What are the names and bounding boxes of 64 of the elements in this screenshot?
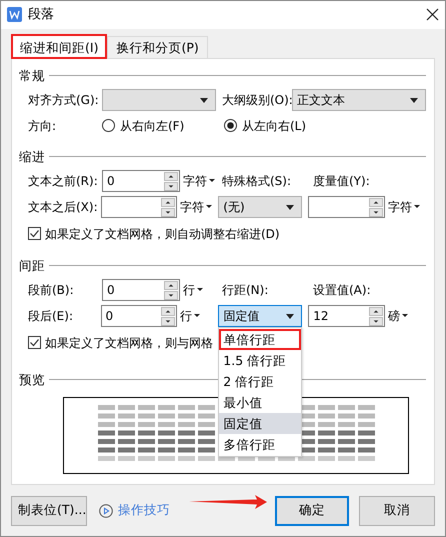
window-title: 段落 (28, 6, 54, 24)
spin-field[interactable]: 12 (308, 304, 385, 327)
caret-icon (199, 96, 209, 104)
spin-field[interactable]: 0 (102, 170, 180, 192)
section-heading: 常规 (19, 66, 45, 85)
dropdown[interactable]: (无) (218, 196, 302, 218)
checkbox-icon (28, 336, 41, 350)
spin-field[interactable] (100, 196, 178, 218)
radio-icon (102, 119, 115, 132)
caret-icon (197, 287, 203, 292)
close-icon[interactable] (426, 8, 439, 22)
field-label: 行距(N): (222, 282, 270, 299)
checkbox[interactable]: 如果定义了文档网格，则与网格 (28, 334, 213, 352)
dropdown-option[interactable]: 1.5 倍行距 (219, 350, 302, 371)
field-label: 度量值(Y): (313, 172, 371, 190)
dropdown[interactable]: 正文文本 (292, 88, 426, 111)
field-label: 设置值(A): (313, 282, 372, 299)
dropdown-option[interactable]: 2 倍行距 (219, 370, 302, 392)
section-heading: 间距 (19, 256, 45, 275)
field-label: 方向: (28, 118, 58, 135)
radio-option[interactable]: 从右向左(F) (102, 116, 224, 135)
cancel-button[interactable]: 取消 (359, 496, 435, 526)
radio-icon (224, 119, 237, 132)
caret-icon (206, 204, 212, 210)
dropdown-option[interactable]: 固定值 (219, 412, 302, 434)
caret-icon (414, 204, 420, 210)
tab-stops-button[interactable]: 制表位(T)... (11, 496, 87, 526)
play-icon (99, 504, 113, 518)
field-label: 文本之前(R): (28, 172, 99, 190)
app-icon (7, 7, 22, 22)
tips-link[interactable]: 操作技巧 (99, 501, 170, 520)
spin-field[interactable]: 0 (100, 304, 178, 327)
tab[interactable]: 缩进和间距(I) (11, 34, 108, 59)
checkbox-icon (28, 227, 41, 240)
unit-dropdown[interactable]: 行 (180, 280, 222, 299)
spin-field[interactable]: 0 (102, 278, 180, 301)
dropdown[interactable]: 固定值 (218, 304, 302, 327)
checkbox[interactable]: 如果定义了文档网格，则自动调整右缩进(D) (28, 224, 280, 243)
field-label: 大纲级别(O): (222, 92, 292, 109)
unit-dropdown[interactable]: 行 (177, 306, 218, 325)
section-heading: 预览 (19, 370, 45, 389)
caret-icon (285, 202, 296, 211)
caret-icon (285, 312, 296, 320)
field-label: 特殊格式(S): (222, 172, 292, 190)
dropdown-option[interactable]: 最小值 (219, 392, 302, 413)
caret-icon (209, 178, 215, 184)
unit-dropdown[interactable]: 字符 (384, 198, 426, 216)
dropdown-option[interactable]: 单倍行距 (219, 328, 302, 350)
field-label: 段前(B): (28, 282, 75, 299)
unit-dropdown[interactable]: 字符 (177, 198, 218, 216)
field-label: 文本之后(X): (28, 198, 99, 216)
field-label: 对齐方式(G): (28, 92, 100, 109)
unit-dropdown[interactable]: 字符 (180, 172, 222, 190)
dropdown-option[interactable]: 多倍行距 (219, 434, 302, 455)
tab[interactable]: 换行和分页(P) (107, 36, 208, 58)
caret-icon (194, 313, 200, 318)
radio-option[interactable]: 从左向右(L) (224, 116, 346, 135)
section-heading: 缩进 (19, 148, 45, 166)
field-label: 段后(E): (28, 308, 74, 325)
unit-dropdown[interactable]: 磅 (384, 306, 426, 325)
caret-icon (402, 313, 408, 318)
caret-icon (409, 96, 419, 104)
spin-field[interactable] (308, 196, 385, 218)
ok-button[interactable]: 确定 (275, 496, 349, 526)
